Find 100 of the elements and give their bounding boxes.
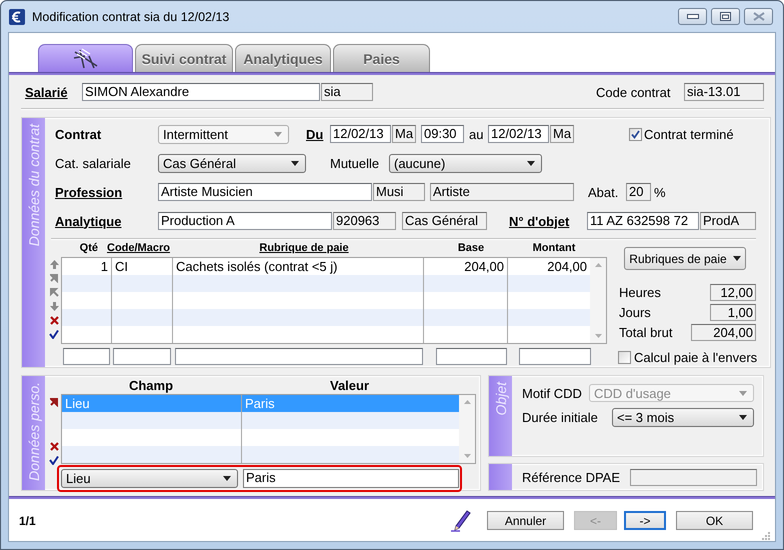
- field-label: Cat. salariale: [55, 156, 131, 171]
- tab[interactable]: [38, 44, 133, 72]
- field-name-select[interactable]: Lieu: [61, 469, 238, 488]
- field-label: Contrat: [55, 126, 102, 142]
- table-cell-text: Paris: [244, 395, 276, 412]
- minimize-button[interactable]: [678, 8, 707, 25]
- total-field[interactable]: 1,00: [710, 304, 756, 321]
- entry-field[interactable]: [519, 348, 591, 365]
- tab[interactable]: Analytiques: [235, 44, 331, 72]
- date-field[interactable]: 12/02/13: [488, 125, 549, 143]
- day-field[interactable]: Ma: [392, 125, 416, 143]
- field-label: Motif CDD: [522, 386, 582, 400]
- app-icon: [9, 8, 25, 24]
- minimize-icon: [686, 14, 698, 19]
- close-icon: [752, 12, 764, 21]
- maximize-button[interactable]: [711, 8, 740, 25]
- caret-icon: [527, 161, 535, 166]
- entry-field[interactable]: [113, 348, 171, 365]
- page-counter: 1/1: [19, 514, 36, 528]
- profession-field[interactable]: Artiste Musicien: [158, 183, 372, 201]
- arrow-down-icon: [50, 302, 58, 311]
- checkbox[interactable]: [629, 128, 642, 140]
- column-header: Qté: [80, 242, 98, 254]
- table-cell: 204,00: [424, 258, 508, 275]
- tab[interactable]: Paies: [333, 44, 430, 72]
- employee-name-field[interactable]: SIMON Alexandre: [82, 83, 320, 101]
- diagonal-arrow-icon: [50, 274, 58, 283]
- delete-icon: [50, 442, 58, 451]
- field-label: Calcul paie à l'envers: [634, 350, 758, 365]
- field-link[interactable]: Salarié: [25, 84, 68, 100]
- table-cell: 1: [62, 258, 112, 275]
- mutual-select[interactable]: (aucune): [389, 154, 542, 173]
- field-label: Abat.: [588, 184, 618, 200]
- field-value-input[interactable]: Paris: [243, 469, 459, 488]
- section-title: Données du contrat: [26, 124, 42, 246]
- field-label: Durée initiale: [522, 410, 598, 425]
- table-cell: Lieu: [62, 395, 242, 412]
- section-title: Données perso.: [26, 382, 42, 481]
- field-label: au: [469, 126, 484, 142]
- tab[interactable]: Suivi contrat: [135, 44, 233, 72]
- pencil-icon[interactable]: [451, 510, 471, 532]
- total-field[interactable]: 204,00: [691, 324, 756, 341]
- checkbox[interactable]: [618, 351, 631, 364]
- day-field[interactable]: Ma: [550, 125, 574, 143]
- field-label: Jours: [619, 305, 651, 320]
- field-label: Mutuelle: [330, 156, 380, 171]
- caret-icon: [732, 256, 741, 261]
- contract-code-field[interactable]: sia-13.01: [684, 83, 764, 101]
- field-label: Heures: [619, 285, 661, 300]
- dpae-field[interactable]: [630, 468, 757, 486]
- entry-field[interactable]: [175, 348, 423, 365]
- field-label: Code contrat: [596, 84, 670, 100]
- column-header-link[interactable]: Code/Macro: [107, 242, 170, 254]
- column-header: Montant: [532, 242, 576, 254]
- footer-button[interactable]: OK: [676, 511, 753, 530]
- time-field[interactable]: 09:30: [421, 125, 464, 143]
- analytic-field[interactable]: Production A: [158, 212, 332, 230]
- caret-icon: [223, 476, 231, 481]
- analytic-category-field[interactable]: Cas Général: [402, 212, 487, 230]
- date-field[interactable]: 12/02/13: [330, 125, 391, 143]
- check-icon: [49, 456, 59, 465]
- diagonal-arrow-icon: [50, 288, 58, 297]
- caret-icon: [739, 415, 747, 420]
- entry-field[interactable]: [63, 348, 110, 365]
- duration-select[interactable]: <= 3 mois: [612, 408, 754, 427]
- section-strip: [489, 464, 512, 490]
- profession-category-field[interactable]: Artiste: [430, 183, 574, 201]
- diagonal-arrow-icon: [50, 398, 58, 407]
- field-link[interactable]: N° d'objet: [509, 214, 570, 228]
- resize-grip[interactable]: [761, 531, 770, 540]
- column-header-link[interactable]: Rubrique de paie: [259, 242, 349, 254]
- close-button[interactable]: [744, 8, 773, 25]
- footer-button[interactable]: Annuler: [487, 511, 564, 530]
- field-link[interactable]: Profession: [55, 184, 122, 200]
- caret-icon: [274, 132, 282, 136]
- object-number-field[interactable]: 11 AZ 632598 72: [587, 212, 699, 230]
- check-icon: [49, 330, 59, 339]
- contract-type-select[interactable]: Intermittent: [158, 124, 289, 144]
- table-cell: Cachets isolés (contrat <5 j): [173, 258, 424, 275]
- abatement-field[interactable]: 20: [626, 183, 651, 201]
- field-link[interactable]: Analytique: [55, 214, 122, 228]
- field-label: Total brut: [619, 325, 672, 340]
- column-header: Champ: [128, 379, 174, 393]
- arrow-up-icon: [50, 260, 58, 269]
- section-title: Objet: [492, 382, 508, 416]
- table-cell: CI: [112, 258, 173, 275]
- caret-icon: [291, 161, 299, 166]
- object-code-field[interactable]: ProdA: [700, 212, 756, 230]
- field-link[interactable]: Du: [306, 126, 324, 142]
- pay-items-button[interactable]: Rubriques de paie: [624, 247, 746, 270]
- employee-code-field[interactable]: sia: [321, 83, 373, 101]
- profession-code-field[interactable]: Musi: [373, 183, 425, 201]
- footer-button[interactable]: ->: [624, 511, 666, 530]
- column-header: Valeur: [328, 379, 370, 393]
- analytic-code-field[interactable]: 920963: [333, 212, 396, 230]
- category-select[interactable]: Cas Général: [158, 154, 306, 173]
- window-title: Modification contrat sia du 12/02/13: [32, 10, 230, 24]
- total-field[interactable]: 12,00: [710, 284, 756, 301]
- entry-field[interactable]: [436, 348, 507, 365]
- maximize-icon: [720, 12, 731, 21]
